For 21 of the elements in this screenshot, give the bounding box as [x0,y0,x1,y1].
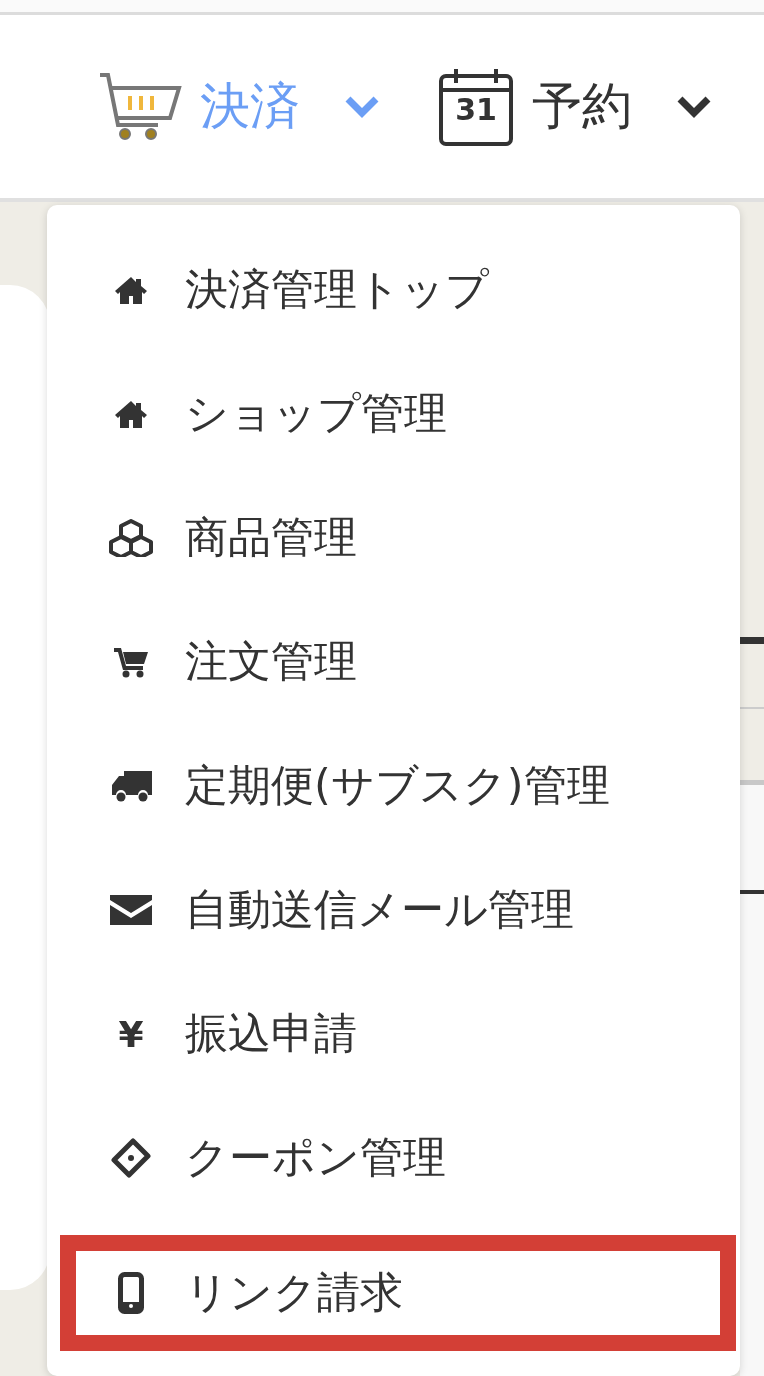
shopping-cart-icon [98,71,182,142]
menu-item[interactable]: 注文管理 [47,600,740,724]
nav-menu-item[interactable]: 31 予約 [438,66,712,147]
menu-item[interactable]: クーポン管理 [47,1096,740,1220]
menu-item[interactable]: 商品管理 [47,476,740,600]
menu-item[interactable]: ¥ 振込申請 [47,972,740,1096]
cart-icon [113,646,149,678]
chevron-down-icon [344,94,380,119]
boxes-icon [108,519,154,557]
tag-icon [111,1138,151,1178]
home-icon [114,399,148,429]
mobile-phone-icon [118,1272,144,1314]
menu-item[interactable]: ショップ管理 [47,352,740,476]
menu-item[interactable]: リンク請求 [60,1235,736,1351]
home-icon [114,275,148,305]
chevron-down-icon [676,94,712,119]
menu-item[interactable]: 定期便(サブスク)管理 [47,724,740,848]
menu-item[interactable]: 自動送信メール管理 [47,848,740,972]
envelope-icon [108,893,154,927]
menu-item[interactable]: 決済管理トップ [47,228,740,352]
yen-icon: ¥ [118,1013,144,1055]
